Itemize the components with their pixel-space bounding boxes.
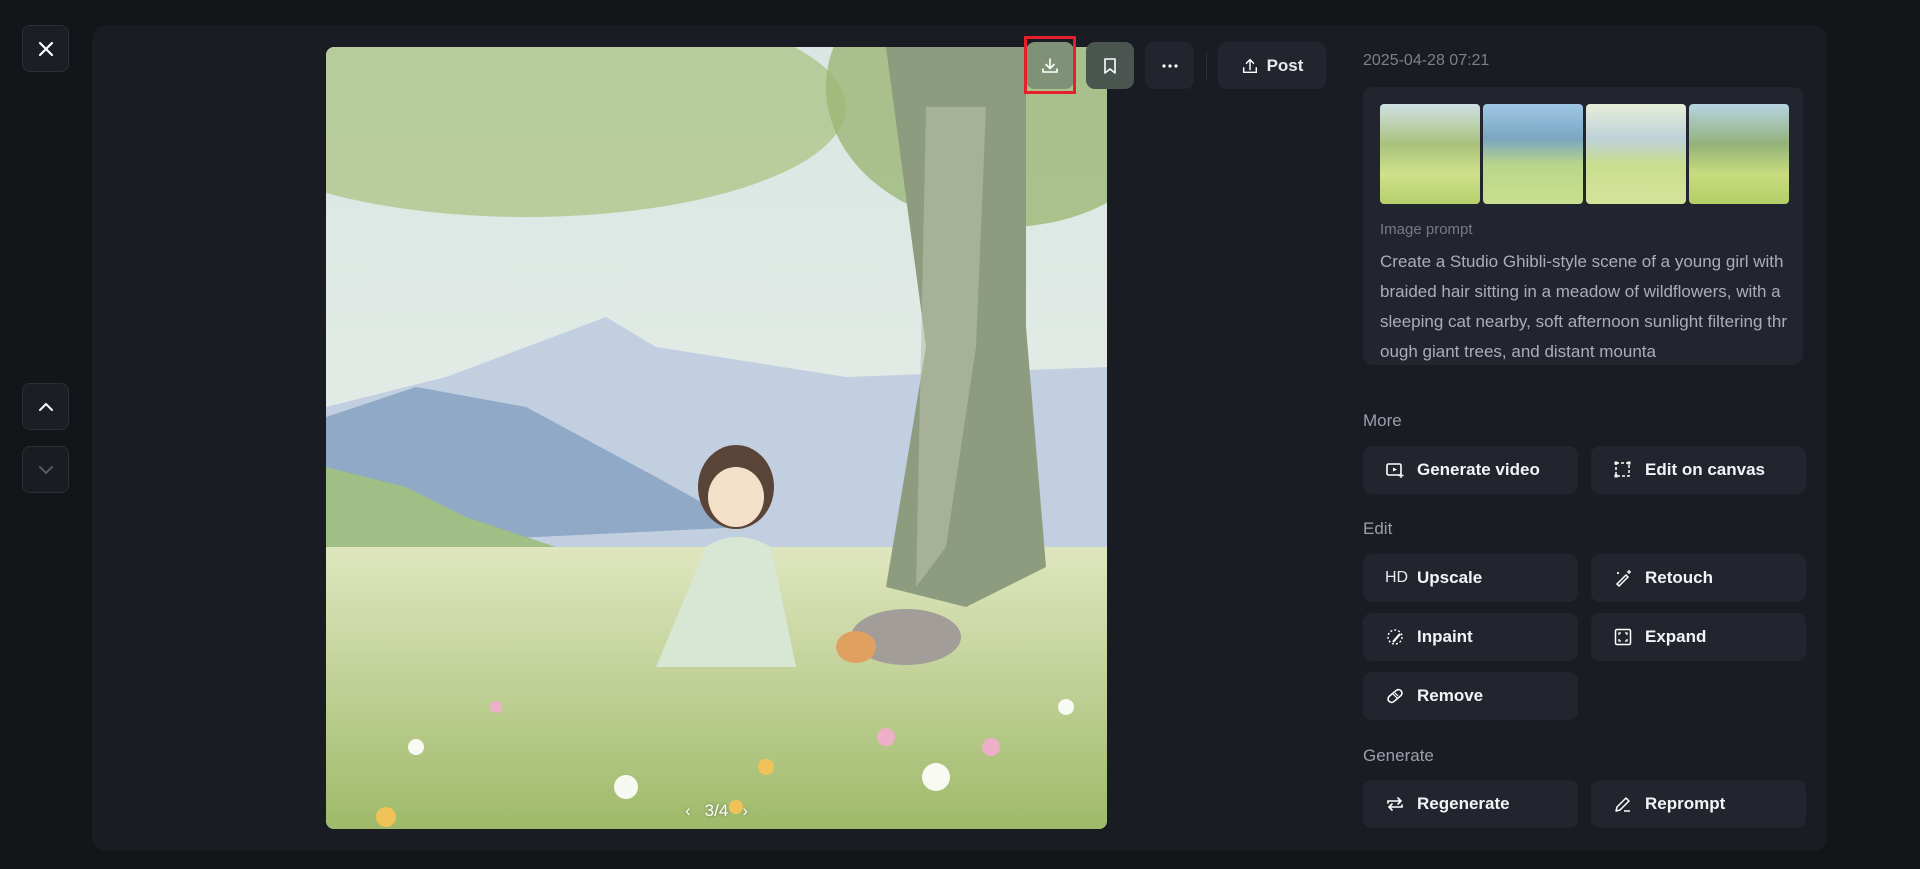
generate-video-button[interactable]: Generate video [1363, 446, 1578, 494]
regenerate-button[interactable]: Regenerate [1363, 780, 1578, 828]
post-label: Post [1266, 55, 1304, 75]
thumbnail-2[interactable] [1483, 104, 1583, 204]
upload-icon [1242, 58, 1257, 73]
canvas-icon [1614, 461, 1631, 478]
close-button[interactable] [22, 25, 69, 72]
close-icon [38, 41, 53, 56]
section-edit: Edit [1363, 519, 1393, 538]
remove-button[interactable]: Remove [1363, 672, 1578, 720]
highlight-box [1024, 36, 1076, 94]
expand-icon [1614, 628, 1632, 646]
upscale-button[interactable]: HD Upscale [1363, 554, 1578, 602]
generate-video-label: Generate video [1417, 460, 1540, 479]
previous-button[interactable] [22, 383, 69, 430]
pencil-icon [1615, 797, 1630, 812]
prompt-card: Image prompt Create a Studio Ghibli-styl… [1363, 87, 1803, 365]
reprompt-button[interactable]: Reprompt [1591, 780, 1806, 828]
remove-label: Remove [1417, 686, 1484, 705]
inpaint-button[interactable]: Inpaint [1363, 613, 1578, 661]
regenerate-label: Regenerate [1417, 794, 1510, 813]
pager-prev-icon[interactable]: ‹ [685, 801, 691, 821]
bookmark-button[interactable] [1086, 42, 1134, 89]
inpaint-label: Inpaint [1417, 627, 1473, 646]
more-icon [1161, 63, 1178, 68]
pager-next-icon[interactable]: › [742, 801, 748, 821]
chevron-up-icon [38, 402, 53, 411]
thumbnail-1[interactable] [1380, 104, 1480, 204]
section-generate: Generate [1363, 746, 1434, 765]
timestamp: 2025-04-28 07:21 [1363, 52, 1490, 69]
upscale-label: Upscale [1417, 568, 1483, 587]
expand-button[interactable]: Expand [1591, 613, 1806, 661]
retouch-button[interactable]: Retouch [1591, 554, 1806, 602]
prompt-text: Create a Studio Ghibli-style scene of a … [1380, 252, 1787, 361]
retouch-label: Retouch [1645, 568, 1713, 587]
inpaint-brush-icon [1387, 629, 1403, 645]
post-button[interactable]: Post [1218, 42, 1326, 89]
edit-on-canvas-label: Edit on canvas [1645, 460, 1765, 479]
chevron-down-icon [38, 465, 53, 474]
more-button[interactable] [1145, 42, 1194, 89]
next-button[interactable] [22, 446, 69, 493]
prompt-label: Image prompt [1380, 221, 1473, 238]
bookmark-icon [1104, 57, 1116, 74]
repeat-icon [1387, 797, 1403, 811]
image-pager: ‹ 3/4 › [326, 801, 1107, 821]
thumbnail-4[interactable] [1689, 104, 1789, 204]
hd-icon: HD [1385, 569, 1409, 586]
eraser-bandage-icon [1387, 688, 1403, 704]
expand-label: Expand [1645, 627, 1707, 646]
generated-image: ‹ 3/4 › [326, 47, 1107, 829]
reprompt-label: Reprompt [1645, 794, 1726, 813]
thumbnail-3[interactable] [1586, 104, 1686, 204]
video-sparkle-icon [1386, 463, 1404, 478]
toolbar-divider [1206, 52, 1207, 80]
section-more: More [1363, 411, 1402, 430]
pager-count: 3/4 [704, 801, 729, 820]
magic-wand-icon [1615, 570, 1631, 588]
edit-on-canvas-button[interactable]: Edit on canvas [1591, 446, 1806, 494]
